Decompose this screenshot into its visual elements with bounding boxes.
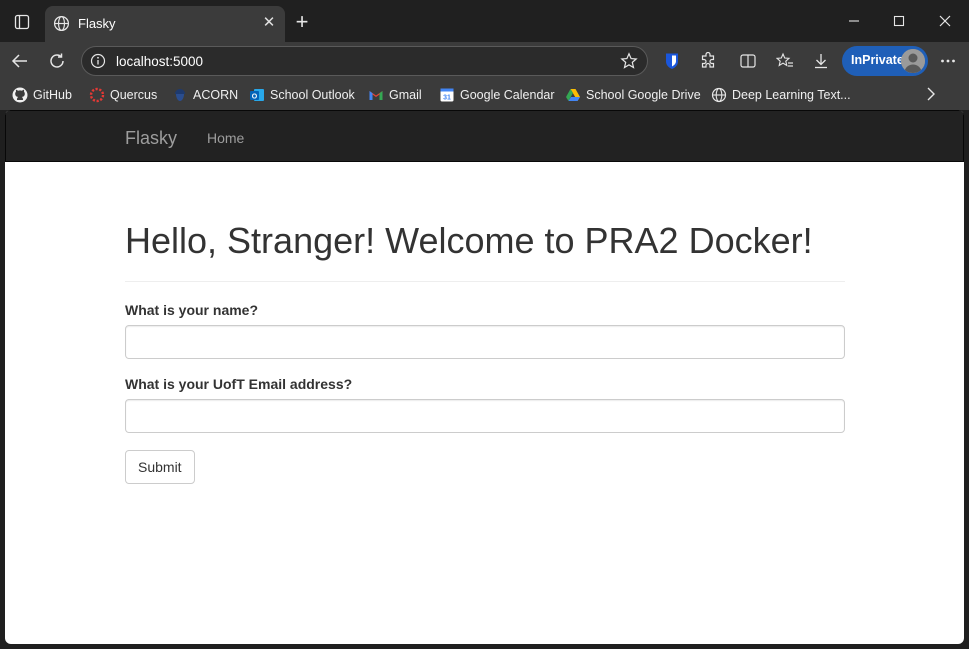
address-bar[interactable]: localhost:5000 (81, 46, 648, 76)
name-label: What is your name? (125, 302, 259, 318)
tab-title: Flasky (78, 16, 116, 31)
title-bar: Flasky ✕ + (0, 0, 969, 42)
bookmark-label: School Google Drive (586, 88, 701, 102)
bookmark-school-outlook[interactable]: O School Outlook (249, 86, 355, 104)
bookmark-label: Quercus (110, 88, 158, 102)
gmail-icon (368, 87, 384, 103)
inprivate-label: InPrivate (851, 53, 904, 67)
active-tab[interactable]: Flasky ✕ (45, 6, 285, 42)
github-icon (12, 87, 28, 103)
favorites-icon[interactable] (774, 50, 796, 72)
inprivate-profile-button[interactable]: InPrivate (842, 46, 928, 76)
bookmark-quercus[interactable]: Quercus (89, 86, 157, 104)
back-icon[interactable] (9, 50, 31, 72)
maximize-icon[interactable] (889, 12, 909, 32)
close-window-icon[interactable] (935, 12, 955, 32)
bookmark-label: Google Calendar (460, 88, 555, 102)
browser-window: Flasky ✕ + localhost:5000 InPrivate GitH… (0, 0, 969, 649)
bookmark-label: ACORN (193, 88, 239, 102)
google-drive-icon (565, 87, 581, 103)
globe-icon (53, 15, 70, 37)
google-calendar-icon: 31 (439, 87, 455, 103)
extensions-icon[interactable] (697, 50, 719, 72)
bookmark-gmail[interactable]: Gmail (368, 86, 422, 104)
svg-text:31: 31 (443, 94, 451, 101)
page-header: Hello, Stranger! Welcome to PRA2 Docker! (125, 220, 845, 282)
bookmark-label: GitHub (33, 88, 72, 102)
navbar-brand[interactable]: Flasky (125, 128, 177, 149)
downloads-icon[interactable] (810, 50, 832, 72)
bookmark-acorn[interactable]: ACORN (172, 86, 238, 104)
bookmark-label: Deep Learning Text... (732, 88, 851, 102)
bookmark-deep-learning[interactable]: Deep Learning Text... (711, 86, 851, 104)
bookmark-label: Gmail (389, 88, 422, 102)
globe-icon (711, 87, 727, 103)
bookmark-label: School Outlook (270, 88, 355, 102)
outlook-icon: O (249, 87, 265, 103)
split-screen-icon[interactable] (737, 50, 759, 72)
favorite-star-icon[interactable] (620, 52, 638, 75)
more-options-icon[interactable] (937, 50, 959, 72)
quercus-icon (89, 87, 105, 103)
nav-home-link[interactable]: Home (207, 130, 244, 146)
email-input[interactable] (125, 399, 845, 433)
page-title: Hello, Stranger! Welcome to PRA2 Docker! (125, 220, 813, 261)
minimize-icon[interactable] (844, 12, 864, 32)
user-form: What is your name? What is your UofT Ema… (125, 302, 845, 484)
bitwarden-extension-icon[interactable] (661, 50, 683, 72)
name-input[interactable] (125, 325, 845, 359)
url-text[interactable]: localhost:5000 (116, 54, 203, 69)
bookmark-google-calendar[interactable]: 31 Google Calendar (439, 86, 555, 104)
site-info-icon[interactable] (90, 53, 106, 74)
browser-toolbar: localhost:5000 InPrivate (0, 42, 969, 80)
tab-actions-icon (14, 14, 30, 30)
acorn-icon (172, 87, 188, 103)
svg-text:O: O (252, 93, 258, 100)
chevron-right-icon[interactable] (925, 86, 937, 107)
new-tab-icon[interactable]: + (292, 11, 312, 33)
site-navbar: Flasky Home (5, 110, 964, 162)
email-label: What is your UofT Email address? (125, 376, 353, 392)
avatar (901, 49, 925, 73)
bookmark-github[interactable]: GitHub (12, 86, 72, 104)
close-tab-icon[interactable]: ✕ (261, 15, 277, 31)
bookmarks-bar: GitHub Quercus ACORN O School Outlook Gm… (0, 80, 969, 110)
page-viewport: Flasky Home Hello, Stranger! Welcome to … (5, 110, 964, 644)
refresh-icon[interactable] (46, 50, 68, 72)
tab-actions-button[interactable] (8, 8, 36, 36)
submit-button[interactable]: Submit (125, 450, 195, 484)
bookmark-school-google-drive[interactable]: School Google Drive (565, 86, 701, 104)
